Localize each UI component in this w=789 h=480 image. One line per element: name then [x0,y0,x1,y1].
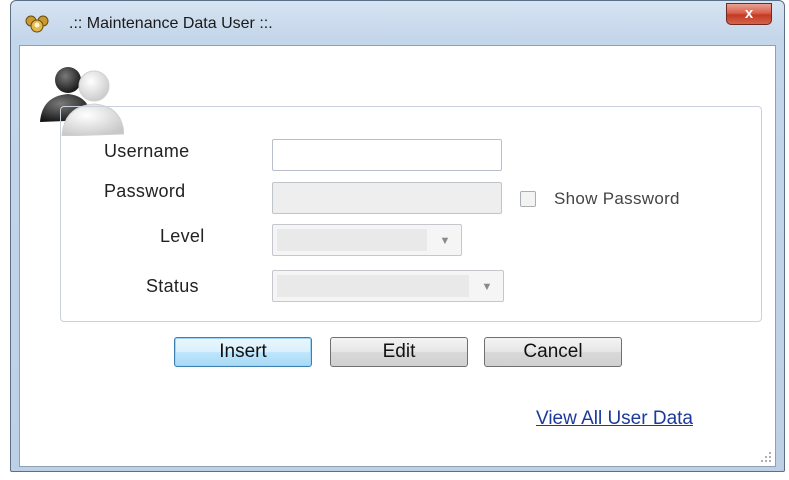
title-bar[interactable]: .:: Maintenance Data User ::. x [11,1,784,45]
chevron-down-icon[interactable]: ▼ [429,225,461,255]
window-title: .:: Maintenance Data User ::. [69,15,273,32]
edit-button[interactable]: Edit [330,337,468,367]
resize-grip-icon[interactable] [760,451,772,463]
insert-button[interactable]: Insert [174,337,312,367]
status-select-value [277,275,469,297]
level-select[interactable]: ▼ [272,224,462,256]
cancel-button[interactable]: Cancel [484,337,622,367]
chevron-down-icon[interactable]: ▼ [471,271,503,301]
level-label: Level [160,226,205,246]
password-label: Password [104,181,186,201]
dialog-client-area: Username Password Show Password Level ▼ … [19,45,776,467]
level-select-value [277,229,427,251]
show-password-label[interactable]: Show Password [554,189,680,209]
password-input[interactable] [272,182,502,214]
username-input[interactable] [272,139,502,171]
dialog-window: .:: Maintenance Data User ::. x Username… [10,0,785,472]
username-label: Username [104,141,190,161]
users-group-icon [25,15,49,33]
status-select[interactable]: ▼ [272,270,504,302]
view-all-user-data-link[interactable]: View All User Data [536,408,693,430]
status-label: Status [146,276,199,296]
close-button[interactable]: x [726,3,772,25]
show-password-checkbox[interactable] [520,191,536,207]
